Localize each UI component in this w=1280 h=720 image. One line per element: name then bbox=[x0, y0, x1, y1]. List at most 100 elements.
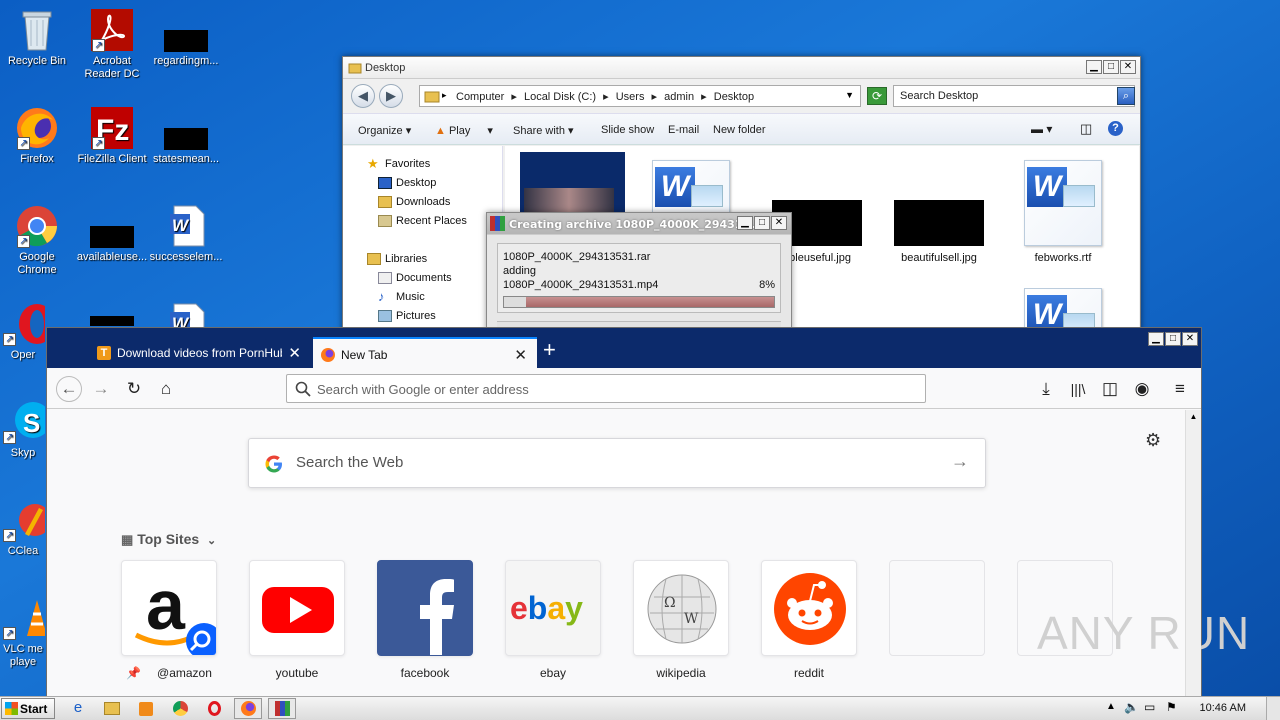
nav-desktop[interactable]: Desktop bbox=[378, 177, 436, 189]
account-icon[interactable]: ◉ bbox=[1131, 378, 1153, 400]
desktop-icon-firefox[interactable]: ↗ Firefox bbox=[0, 106, 74, 166]
winrar-taskbar-button[interactable] bbox=[268, 698, 296, 719]
url-bar[interactable]: Search with Google or enter address bbox=[286, 374, 926, 403]
nav-documents[interactable]: Documents bbox=[378, 272, 452, 284]
top-sites-heading[interactable]: ▦ Top Sites ⌄ bbox=[121, 531, 216, 548]
speaker-icon[interactable]: 🔈 bbox=[1124, 700, 1139, 714]
back-arrow-icon[interactable]: ← bbox=[56, 376, 82, 402]
library-icon[interactable]: |||\ bbox=[1067, 378, 1089, 400]
maximize-button[interactable]: □ bbox=[1103, 60, 1119, 74]
top-site-facebook[interactable] bbox=[377, 560, 473, 656]
downloads-icon[interactable]: ⤓ bbox=[1035, 378, 1057, 400]
tray-expand-icon[interactable]: ▲ bbox=[1106, 701, 1116, 712]
top-site-wikipedia[interactable]: Ω W bbox=[633, 560, 729, 656]
tab-close-icon[interactable]: ✕ bbox=[288, 344, 301, 362]
top-site-reddit[interactable] bbox=[761, 560, 857, 656]
desktop-icon-regardingm[interactable]: regardingm... bbox=[149, 30, 223, 68]
file-item[interactable]: beautifulsell.jpg bbox=[889, 200, 989, 264]
sidebar-icon[interactable]: ◫ bbox=[1099, 378, 1121, 400]
arrow-right-icon[interactable]: → bbox=[951, 451, 969, 472]
show-desktop-button[interactable] bbox=[1266, 697, 1280, 720]
maximize-button[interactable]: □ bbox=[1165, 332, 1181, 346]
close-button[interactable]: ✕ bbox=[1182, 332, 1198, 346]
minimize-button[interactable]: ▁ bbox=[1086, 60, 1102, 74]
forward-arrow-icon[interactable]: → bbox=[90, 378, 112, 400]
address-toolbar: ◀ ▶ ▸ Computer ▸ Local Disk (C:) ▸ Users… bbox=[343, 81, 1140, 111]
desktop-icon-successelem[interactable]: W successelem... bbox=[149, 204, 223, 264]
top-site-empty[interactable] bbox=[889, 560, 985, 656]
desktop-icon-availableuse[interactable]: availableuse... bbox=[75, 226, 149, 264]
web-search-box[interactable]: Search the Web → bbox=[248, 438, 986, 488]
minimize-button[interactable]: ▁ bbox=[737, 216, 753, 230]
forward-button[interactable]: ▶ bbox=[379, 84, 403, 108]
clock[interactable]: 10:46 AM bbox=[1200, 702, 1246, 714]
network-icon[interactable]: ▭ bbox=[1144, 700, 1155, 714]
search-input[interactable]: Search Desktop bbox=[893, 85, 1135, 107]
desktop-icon-opera[interactable]: ↗ Oper bbox=[0, 302, 46, 362]
tab-close-icon[interactable]: ✕ bbox=[514, 346, 527, 364]
breadcrumb-item[interactable]: Desktop bbox=[714, 91, 754, 103]
address-bar[interactable]: ▸ Computer ▸ Local Disk (C:) ▸ Users ▸ a… bbox=[419, 85, 861, 107]
back-button[interactable]: ◀ bbox=[351, 84, 375, 108]
breadcrumb-item[interactable]: Users bbox=[616, 91, 645, 103]
chrome-taskbar-icon[interactable] bbox=[166, 698, 194, 719]
tab-new-tab[interactable]: New Tab ✕ bbox=[313, 337, 537, 368]
reload-icon[interactable]: ↻ bbox=[123, 378, 145, 400]
nav-music[interactable]: ♪ Music bbox=[378, 289, 425, 304]
nav-pictures[interactable]: Pictures bbox=[378, 310, 436, 322]
minimize-button[interactable]: ▁ bbox=[1148, 332, 1164, 346]
nav-recent-places[interactable]: Recent Places bbox=[378, 215, 467, 227]
breadcrumb-item[interactable]: Local Disk (C:) bbox=[524, 91, 596, 103]
close-button[interactable]: ✕ bbox=[1120, 60, 1136, 74]
nav-downloads[interactable]: Downloads bbox=[378, 196, 450, 208]
winrar-title-bar[interactable]: Creating archive 1080P_4000K_29431... ▁ … bbox=[487, 213, 791, 235]
share-with-menu[interactable]: Share with ▾ bbox=[513, 124, 574, 137]
vertical-scrollbar[interactable]: ▲ bbox=[1185, 410, 1201, 696]
desktop-icon-word-partial[interactable]: W bbox=[149, 302, 223, 328]
preview-pane-icon[interactable]: ◫ bbox=[1080, 121, 1092, 137]
flag-icon[interactable]: ⚑ bbox=[1166, 700, 1177, 714]
play-menu[interactable]: ▲ Play ▾ bbox=[435, 124, 493, 137]
breadcrumb-item[interactable]: Computer bbox=[456, 91, 504, 103]
dropdown-arrow-icon[interactable]: ▼ bbox=[845, 90, 854, 100]
internet-explorer-icon[interactable]: e bbox=[64, 698, 92, 719]
start-button[interactable]: Start bbox=[1, 698, 55, 719]
desktop-icon-statesmean[interactable]: statesmean... bbox=[149, 128, 223, 166]
explorer-title-bar[interactable]: Desktop ▁ □ ✕ bbox=[343, 57, 1140, 79]
home-icon[interactable]: ⌂ bbox=[155, 378, 177, 400]
desktop-icon-ccleaner[interactable]: ↗ CClea bbox=[0, 498, 46, 558]
search-icon[interactable]: ⌕ bbox=[1117, 87, 1135, 105]
top-site-ebay[interactable]: ebay bbox=[505, 560, 601, 656]
top-site-youtube[interactable] bbox=[249, 560, 345, 656]
desktop-icon-filezilla[interactable]: Fz ↗ FileZilla Client bbox=[75, 106, 149, 166]
refresh-icon[interactable]: ⟳ bbox=[867, 87, 887, 105]
slide-show-button[interactable]: Slide show bbox=[601, 124, 654, 136]
scroll-up-arrow-icon[interactable]: ▲ bbox=[1186, 410, 1201, 424]
desktop-icon-vlc[interactable]: ↗ VLC me playe bbox=[0, 596, 46, 669]
organize-menu[interactable]: Organize ▾ bbox=[358, 124, 411, 137]
desktop-icon-skype[interactable]: S ↗ Skyp bbox=[0, 400, 46, 460]
winrar-icon bbox=[490, 216, 505, 231]
new-folder-button[interactable]: New folder bbox=[713, 124, 766, 136]
gear-icon[interactable]: ⚙ bbox=[1145, 430, 1161, 451]
opera-taskbar-icon[interactable] bbox=[200, 698, 228, 719]
explorer-taskbar-icon[interactable] bbox=[98, 698, 126, 719]
email-button[interactable]: E-mail bbox=[668, 124, 699, 136]
desktop-icon-recycle-bin[interactable]: Recycle Bin bbox=[0, 8, 74, 68]
tab-download-videos[interactable]: T Download videos from PornHub to ✕ bbox=[89, 337, 311, 368]
close-button[interactable]: ✕ bbox=[771, 216, 787, 230]
new-tab-button[interactable]: + bbox=[543, 339, 556, 361]
desktop-icon-google-chrome[interactable]: ↗ Google Chrome bbox=[0, 204, 74, 277]
maximize-button[interactable]: □ bbox=[754, 216, 770, 230]
view-options-icon[interactable]: ▬ ▾ bbox=[1031, 122, 1052, 136]
firefox-taskbar-button[interactable] bbox=[234, 698, 262, 719]
media-player-icon[interactable] bbox=[132, 698, 160, 719]
breadcrumb-item[interactable]: admin bbox=[664, 91, 694, 103]
nav-libraries[interactable]: Libraries bbox=[367, 253, 427, 265]
top-site-amazon[interactable]: a bbox=[121, 560, 217, 656]
desktop-icon-acrobat[interactable]: ↗ Acrobat Reader DC bbox=[75, 8, 149, 81]
menu-icon[interactable]: ≡ bbox=[1169, 378, 1191, 400]
help-icon[interactable]: ? bbox=[1108, 121, 1123, 136]
file-item[interactable]: W febworks.rtf bbox=[1013, 160, 1113, 264]
nav-favorites[interactable]: ★ Favorites bbox=[367, 156, 430, 171]
